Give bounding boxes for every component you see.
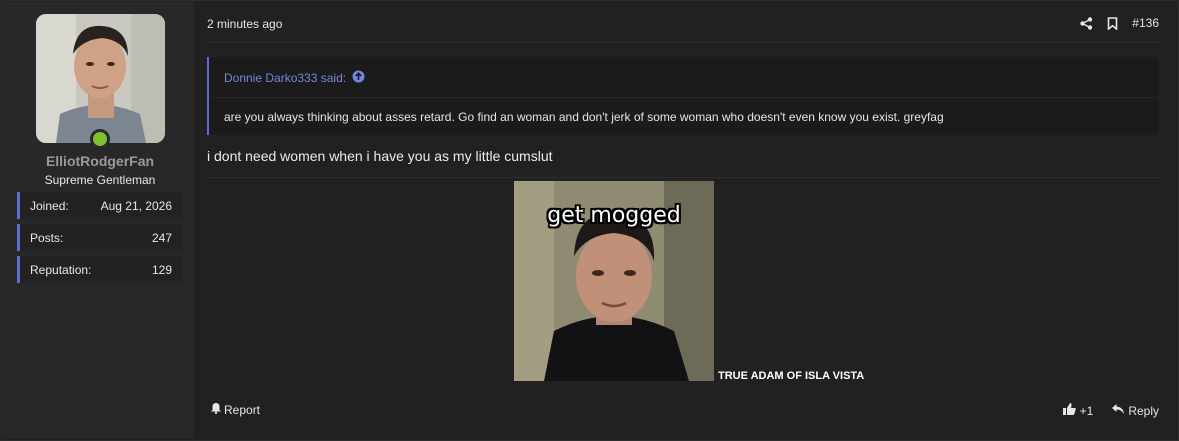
bookmark-icon[interactable] xyxy=(1107,16,1118,30)
user-title: Supreme Gentleman xyxy=(44,173,156,187)
reply-label[interactable]: Reply xyxy=(1128,404,1159,418)
quote-block: Donnie Darko333 said: are you always thi… xyxy=(207,57,1159,135)
stat-reputation: Reputation: 129 xyxy=(17,256,182,283)
reaction-count[interactable]: +1 xyxy=(1080,404,1094,418)
reply-icon xyxy=(1111,403,1125,418)
like-button[interactable]: +1 xyxy=(1062,402,1094,419)
user-panel: ElliotRodgerFan Supreme Gentleman Joined… xyxy=(2,2,194,439)
post-main: 2 minutes ago #136 Donnie Darko333 said:… xyxy=(194,1,1179,441)
post-timestamp[interactable]: 2 minutes ago xyxy=(207,17,282,31)
report-button[interactable]: Report xyxy=(210,402,260,417)
header-divider xyxy=(206,42,1159,43)
quote-text: are you always thinking about asses reta… xyxy=(224,110,944,124)
reply-button[interactable]: Reply xyxy=(1111,403,1159,418)
stat-value: 247 xyxy=(151,231,172,245)
avatar[interactable] xyxy=(36,14,165,143)
arrow-up-circle-icon[interactable] xyxy=(352,70,365,86)
post-footer-actions: +1 Reply xyxy=(1062,402,1159,419)
quote-author[interactable]: Donnie Darko333 said: xyxy=(224,71,346,85)
bell-icon xyxy=(210,402,222,417)
image-caption: TRUE ADAM OF ISLA VISTA xyxy=(718,370,865,382)
avatar-image xyxy=(36,14,165,143)
post-header-actions: #136 xyxy=(1080,14,1159,32)
quote-header[interactable]: Donnie Darko333 said: xyxy=(224,70,365,86)
username[interactable]: ElliotRodgerFan xyxy=(2,153,198,169)
quote-separator xyxy=(209,97,1159,98)
online-status-indicator xyxy=(90,129,110,149)
message-divider xyxy=(206,177,1159,178)
stat-label: Joined: xyxy=(30,199,69,213)
meme-overlay-text: get mogged xyxy=(547,203,681,228)
meme-image[interactable]: get mogged xyxy=(514,181,714,381)
post-number[interactable]: #136 xyxy=(1132,16,1159,30)
report-label[interactable]: Report xyxy=(224,403,260,417)
stat-label: Reputation: xyxy=(30,263,92,277)
stat-value: Aug 21, 2026 xyxy=(100,199,172,213)
post-message: i dont need women when i have you as my … xyxy=(207,148,553,164)
thumbs-up-icon xyxy=(1062,402,1077,419)
share-icon[interactable] xyxy=(1080,16,1093,30)
stat-value: 129 xyxy=(151,263,172,277)
stat-joined: Joined: Aug 21, 2026 xyxy=(17,192,182,219)
forum-post: ElliotRodgerFan Supreme Gentleman Joined… xyxy=(0,0,1179,441)
stat-posts: Posts: 247 xyxy=(17,224,182,251)
stat-label: Posts: xyxy=(30,231,64,245)
